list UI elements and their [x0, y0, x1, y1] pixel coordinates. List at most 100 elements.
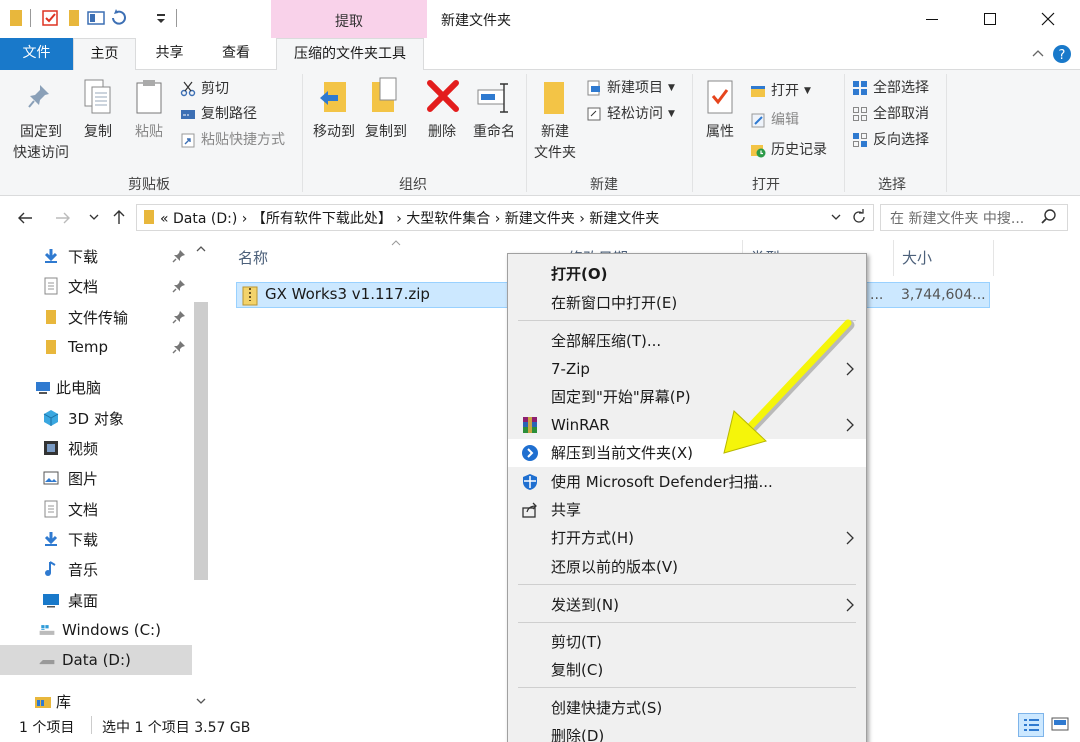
paste-button[interactable]: 粘贴 — [128, 122, 170, 143]
new-item-button[interactable]: 新建项目 ▼ — [586, 76, 675, 100]
pin-icon[interactable] — [172, 340, 186, 354]
nav-item-pictures[interactable]: 图片 — [0, 463, 192, 493]
menu-item-create-shortcut[interactable]: 创建快捷方式(S) — [508, 694, 866, 722]
customize-icon[interactable] — [152, 8, 172, 28]
file-name[interactable]: GX Works3 v1.117.zip — [265, 285, 430, 303]
nav-item-downloads-pc[interactable]: 下载 — [0, 524, 192, 554]
nav-item-music[interactable]: 音乐 — [0, 554, 192, 584]
nav-item-downloads[interactable]: 下载 — [0, 241, 192, 271]
pin-icon[interactable] — [172, 310, 186, 324]
properties-button[interactable]: 属性 — [700, 122, 740, 143]
invert-selection-button[interactable]: 反向选择 — [852, 128, 929, 152]
undo-icon[interactable] — [108, 8, 128, 28]
menu-item-copy[interactable]: 复制(C) — [508, 656, 866, 684]
nav-item-windows-c[interactable]: Windows (C:) — [0, 615, 192, 645]
column-header-size[interactable]: 大小 — [902, 247, 932, 268]
scroll-up-icon[interactable] — [195, 244, 207, 254]
nav-item-temp[interactable]: Temp — [0, 332, 192, 362]
tab-compressed-folder-tools[interactable]: 压缩的文件夹工具 — [276, 38, 424, 71]
minimize-icon[interactable] — [920, 8, 944, 30]
edit-icon — [751, 113, 765, 128]
nav-item-desktop[interactable]: 桌面 — [0, 585, 192, 615]
nav-item-this-pc[interactable]: 此电脑 — [0, 372, 192, 402]
menu-item-send-to[interactable]: 发送到(N) — [508, 591, 866, 619]
select-none-button[interactable]: 全部取消 — [852, 102, 929, 126]
recent-locations-icon[interactable] — [88, 211, 100, 223]
properties-icon[interactable] — [40, 8, 60, 28]
back-icon[interactable] — [16, 209, 34, 227]
search-input[interactable]: 在 新建文件夹 中搜... — [890, 208, 1024, 228]
invert-selection-icon — [853, 133, 867, 147]
nav-item-documents-pc[interactable]: 文档 — [0, 494, 192, 524]
forward-icon[interactable] — [54, 209, 72, 227]
scissors-icon — [180, 81, 196, 97]
menu-item-open-new-window[interactable]: 在新窗口中打开(E) — [508, 289, 866, 317]
up-icon[interactable] — [110, 208, 128, 226]
menu-item-open-with[interactable]: 打开方式(H) — [508, 524, 866, 552]
nav-item-3d-objects[interactable]: 3D 对象 — [0, 403, 192, 433]
menu-item-defender-scan[interactable]: 使用 Microsoft Defender扫描... — [508, 468, 866, 496]
menu-item-open[interactable]: 打开(O) — [508, 260, 866, 288]
group-divider — [692, 74, 693, 192]
menu-item-restore-versions[interactable]: 还原以前的版本(V) — [508, 553, 866, 581]
pin-quick-access-button[interactable]: 固定到 快速访问 — [6, 122, 76, 164]
menu-separator — [518, 622, 856, 623]
collapse-ribbon-icon[interactable] — [1030, 46, 1046, 62]
rename-button[interactable]: 重命名 — [468, 122, 520, 143]
nav-item-videos[interactable]: 视频 — [0, 433, 192, 463]
new-folder-button[interactable]: 新建 文件夹 — [528, 122, 582, 164]
nav-label: Windows (C:) — [62, 621, 161, 639]
cut-button[interactable]: 剪切 — [180, 77, 229, 101]
copy-path-button[interactable]: 复制路径 — [180, 102, 257, 126]
select-none-icon — [853, 107, 867, 121]
address-path[interactable]: « Data (D:) › 【所有软件下载此处】 › 大型软件集合 › 新建文件… — [160, 208, 659, 228]
nav-label: 桌面 — [68, 591, 99, 610]
tab-file[interactable]: 文件 — [0, 38, 73, 70]
nav-item-data-d[interactable]: Data (D:) — [0, 645, 192, 675]
move-to-button[interactable]: 移动到 — [308, 122, 360, 143]
menu-item-delete[interactable]: 删除(D) — [508, 722, 866, 742]
share-icon — [522, 502, 537, 518]
select-all-button[interactable]: 全部选择 — [852, 76, 929, 100]
help-icon[interactable]: ? — [1052, 44, 1072, 64]
scroll-down-icon[interactable] — [195, 696, 207, 706]
context-tab-extract[interactable]: 提取 — [271, 0, 427, 38]
properties-icon — [704, 78, 736, 118]
new-folder-icon[interactable] — [64, 8, 84, 28]
scrollbar-thumb[interactable] — [194, 302, 208, 580]
history-icon — [751, 145, 766, 158]
pin-icon[interactable] — [172, 279, 186, 293]
tab-share[interactable]: 共享 — [136, 38, 203, 70]
menu-label: 7-Zip — [551, 360, 590, 378]
column-header-name[interactable]: 名称 — [238, 247, 268, 268]
history-button[interactable]: 历史记录 — [750, 138, 827, 162]
search-icon[interactable] — [1040, 208, 1058, 226]
nav-label: 此电脑 — [56, 378, 102, 397]
large-icons-view-icon[interactable] — [1048, 713, 1074, 737]
copy-button[interactable]: 复制 — [78, 122, 118, 143]
close-icon[interactable] — [1036, 8, 1060, 30]
copy-to-button[interactable]: 复制到 — [360, 122, 412, 143]
tab-view[interactable]: 查看 — [203, 38, 269, 70]
open-button[interactable]: 打开 ▼ — [750, 79, 811, 103]
menu-label: 复制(C) — [551, 661, 604, 679]
easy-access-button[interactable]: 轻松访问 ▼ — [586, 102, 675, 126]
tab-home[interactable]: 主页 — [73, 38, 136, 71]
nav-label: 下载 — [68, 530, 99, 549]
submenu-arrow-icon — [846, 598, 854, 612]
menu-item-share[interactable]: 共享 — [508, 496, 866, 524]
menu-item-cut[interactable]: 剪切(T) — [508, 628, 866, 656]
refresh-icon[interactable] — [850, 208, 868, 226]
pin-icon[interactable] — [172, 249, 186, 263]
nav-label: 库 — [56, 692, 72, 711]
details-view-icon[interactable] — [1018, 713, 1044, 737]
maximize-icon[interactable] — [978, 8, 1002, 30]
paste-shortcut-button[interactable]: 粘贴快捷方式 — [180, 128, 285, 152]
menu-label: 还原以前的版本(V) — [551, 558, 678, 576]
delete-button[interactable]: 删除 — [422, 122, 462, 143]
nav-item-file-transfer[interactable]: 文件传输 — [0, 302, 192, 332]
address-dropdown-icon[interactable] — [830, 211, 842, 223]
nav-item-documents[interactable]: 文档 — [0, 271, 192, 301]
view-icon[interactable] — [86, 8, 106, 28]
edit-button[interactable]: 编辑 — [750, 108, 799, 132]
